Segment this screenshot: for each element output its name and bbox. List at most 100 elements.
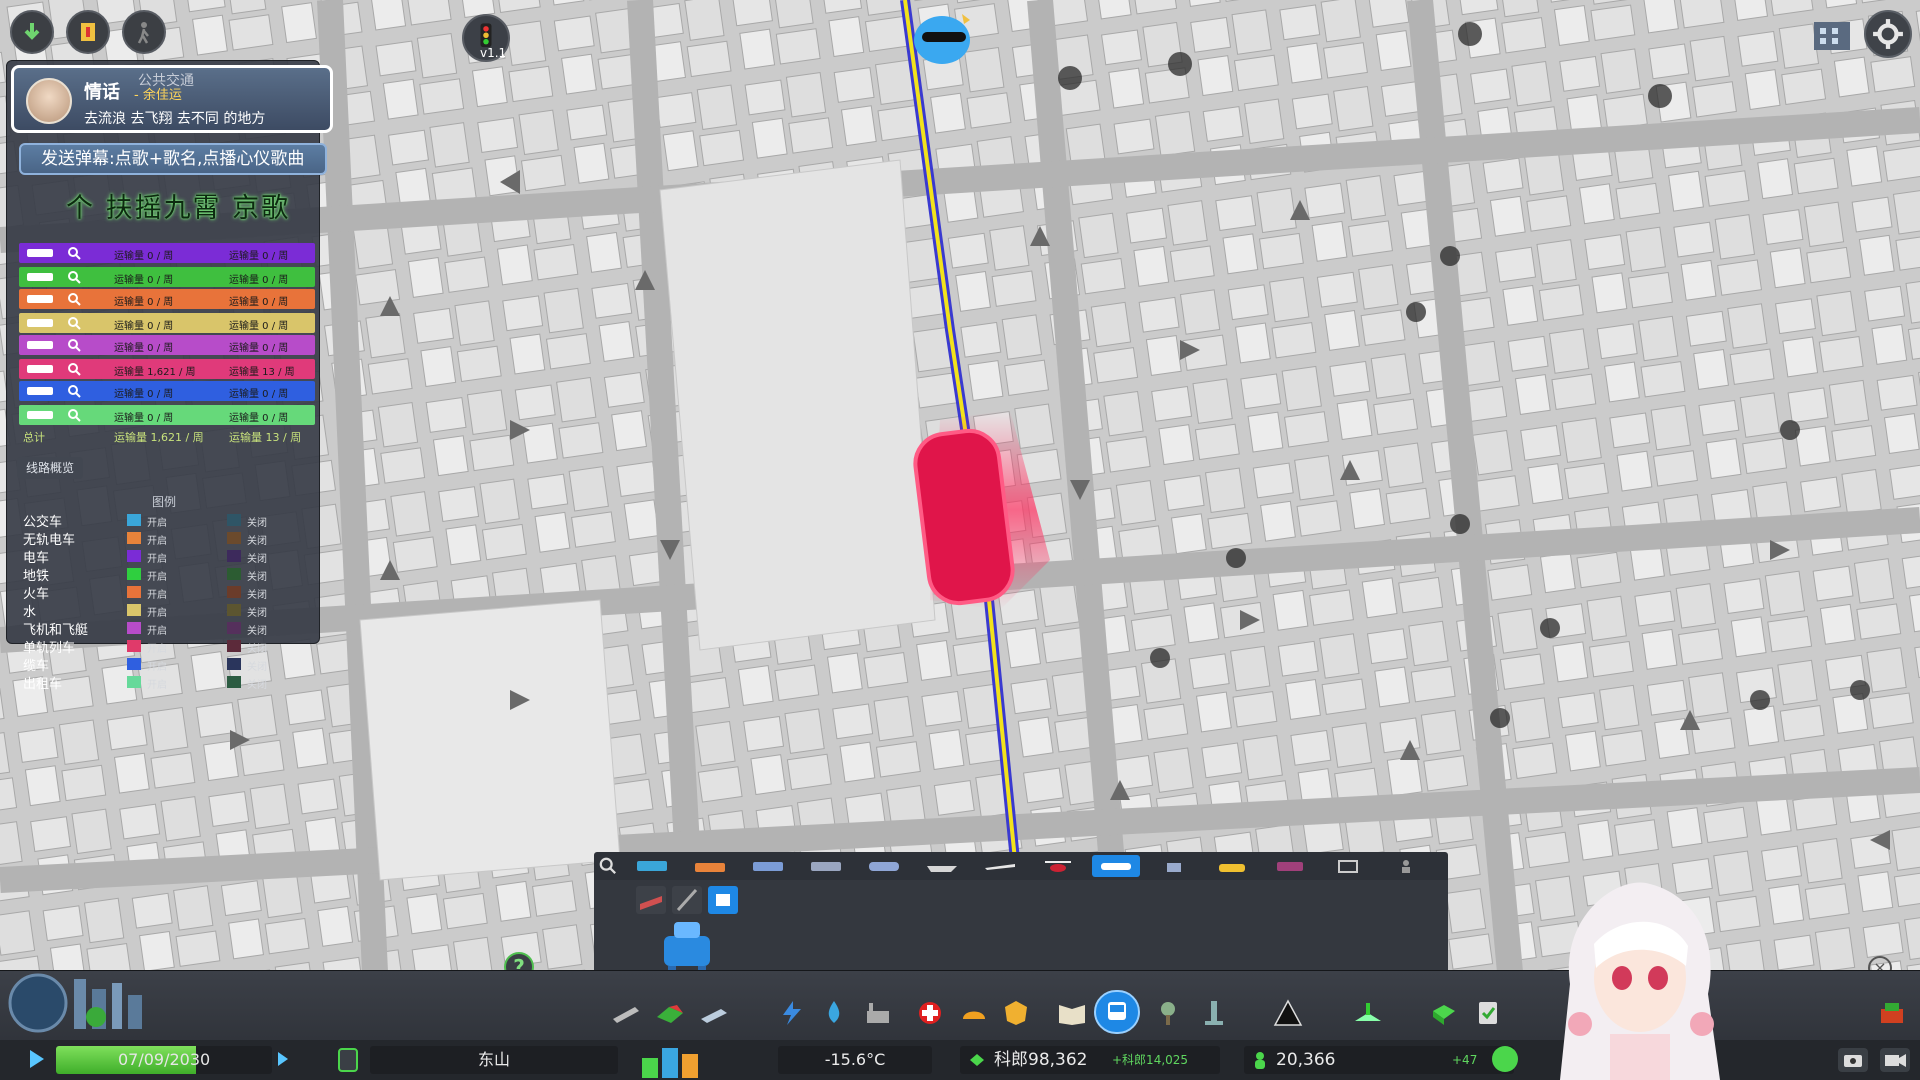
zoning-button[interactable] [652, 998, 688, 1028]
free-camera-button[interactable] [1880, 1048, 1910, 1072]
legend-off-swatch[interactable] [227, 604, 241, 616]
tab-train[interactable] [860, 855, 908, 877]
tab-bus[interactable] [628, 855, 676, 877]
education-button[interactable] [1054, 998, 1090, 1028]
citizens-button[interactable] [122, 10, 166, 54]
public-transport-button[interactable] [1094, 990, 1140, 1034]
panel-tab-track[interactable] [672, 886, 702, 914]
legend-off-swatch[interactable] [227, 514, 241, 526]
legend-off-swatch[interactable] [227, 568, 241, 580]
legend-on-swatch[interactable] [127, 676, 141, 688]
speed-button[interactable] [278, 1052, 288, 1066]
city-skyline-icon[interactable] [4, 969, 154, 1035]
search-icon[interactable] [67, 338, 81, 352]
legend-on-swatch[interactable] [127, 568, 141, 580]
route-row[interactable]: 运输量 0 / 周 运输量 0 / 周 [19, 313, 315, 333]
electricity-button[interactable] [774, 998, 810, 1028]
chirper-bird-icon[interactable] [906, 6, 982, 68]
tab-ship[interactable] [918, 855, 966, 877]
unlock-button[interactable] [10, 10, 54, 54]
panel-tab-station[interactable] [708, 886, 738, 914]
legend-item[interactable]: 水 开启 关闭 [17, 601, 317, 620]
chirper-button[interactable] [1810, 12, 1854, 54]
legend-off-swatch[interactable] [227, 550, 241, 562]
legend-item[interactable]: 无轨电车 开启 关闭 [17, 529, 317, 548]
legend-off-swatch[interactable] [227, 532, 241, 544]
roads-button[interactable] [608, 998, 644, 1028]
bulldozer-button[interactable] [1426, 998, 1462, 1028]
legend-item[interactable]: 地铁 开启 关闭 [17, 565, 317, 584]
fire-button[interactable] [956, 998, 992, 1028]
legend-item[interactable]: 公交车 开启 关闭 [17, 511, 317, 530]
milestones-button[interactable] [1470, 998, 1506, 1028]
tab-trolleybus[interactable] [686, 855, 734, 877]
landscaping-button[interactable] [1350, 998, 1386, 1028]
route-row[interactable]: 运输量 0 / 周 运输量 0 / 周 [19, 267, 315, 287]
legend-item[interactable]: 单轨列车 开启 关闭 [17, 637, 317, 656]
screenshot-button[interactable] [1838, 1048, 1868, 1072]
healthcare-button[interactable] [912, 998, 948, 1028]
population-display[interactable]: 20,366 +47 [1244, 1046, 1514, 1074]
policies-button[interactable] [66, 10, 110, 54]
settings-button[interactable] [1864, 10, 1912, 58]
money-display[interactable]: 科郎98,362 +科郎14,025 [960, 1046, 1220, 1074]
legend-on-swatch[interactable] [127, 532, 141, 544]
search-icon[interactable] [67, 246, 81, 260]
search-icon[interactable] [67, 384, 81, 398]
tab-hub[interactable] [1324, 855, 1372, 877]
water-button[interactable] [816, 998, 852, 1028]
info-views-button[interactable] [1874, 998, 1910, 1028]
route-row[interactable]: 运输量 0 / 周 运输量 0 / 周 [19, 243, 315, 263]
legend-off-swatch[interactable] [227, 622, 241, 634]
panel-tab-road[interactable] [636, 886, 666, 914]
police-button[interactable] [998, 998, 1034, 1028]
garbage-button[interactable] [860, 998, 896, 1028]
route-row[interactable]: 运输量 1,621 / 周 运输量 13 / 周 [19, 359, 315, 379]
search-icon[interactable] [67, 362, 81, 376]
search-icon[interactable] [67, 316, 81, 330]
line-overview-button[interactable]: 线路概览 [17, 457, 83, 479]
tab-metro[interactable] [802, 855, 850, 877]
legend-off-swatch[interactable] [227, 640, 241, 652]
search-icon[interactable] [67, 292, 81, 306]
districts-button[interactable] [696, 998, 732, 1028]
legend-on-swatch[interactable] [127, 604, 141, 616]
legend-item[interactable]: 电车 开启 关闭 [17, 547, 317, 566]
search-icon[interactable] [67, 408, 81, 422]
route-row[interactable]: 运输量 0 / 周 运输量 0 / 周 [19, 381, 315, 401]
tab-taxi[interactable] [1208, 855, 1256, 877]
tab-search[interactable] [594, 855, 622, 877]
tab-tram[interactable] [744, 855, 792, 877]
legend-item[interactable]: 火车 开启 关闭 [17, 583, 317, 602]
tab-heliport[interactable] [1034, 855, 1082, 877]
search-icon[interactable] [67, 270, 81, 284]
legend-off-swatch[interactable] [227, 676, 241, 688]
parks-button[interactable] [1150, 998, 1186, 1028]
legend-off-swatch[interactable] [227, 586, 241, 598]
tab-plane[interactable] [976, 855, 1024, 877]
happiness-smiley-icon[interactable] [1492, 1046, 1518, 1072]
legend-item[interactable]: 出租车 开启 关闭 [17, 673, 317, 692]
legend-on-swatch[interactable] [127, 550, 141, 562]
legend-on-swatch[interactable] [127, 586, 141, 598]
play-button[interactable] [30, 1050, 44, 1068]
disasters-button[interactable] [1270, 998, 1306, 1028]
route-row[interactable]: 运输量 0 / 周 运输量 0 / 周 [19, 335, 315, 355]
legend-on-swatch[interactable] [127, 622, 141, 634]
layout-toggle-button[interactable] [338, 1048, 358, 1072]
unique-buildings-button[interactable] [1196, 998, 1232, 1028]
legend-on-swatch[interactable] [127, 640, 141, 652]
tab-cable-car[interactable] [1150, 855, 1198, 877]
legend-on-swatch[interactable] [127, 514, 141, 526]
legend-item[interactable]: 缆车 开启 关闭 [17, 655, 317, 674]
legend-off-swatch[interactable] [227, 658, 241, 670]
tab-tours[interactable] [1382, 855, 1430, 877]
legend-on-swatch[interactable] [127, 658, 141, 670]
tab-blimp[interactable] [1266, 855, 1314, 877]
route-row[interactable]: 运输量 0 / 周 运输量 0 / 周 [19, 405, 315, 425]
legend-item[interactable]: 飞机和飞艇 开启 关闭 [17, 619, 317, 638]
rci-demand-icon[interactable] [640, 1044, 706, 1078]
route-row[interactable]: 运输量 0 / 周 运输量 0 / 周 [19, 289, 315, 309]
tab-monorail[interactable] [1092, 855, 1140, 877]
district-name[interactable]: 东山 [370, 1046, 618, 1074]
